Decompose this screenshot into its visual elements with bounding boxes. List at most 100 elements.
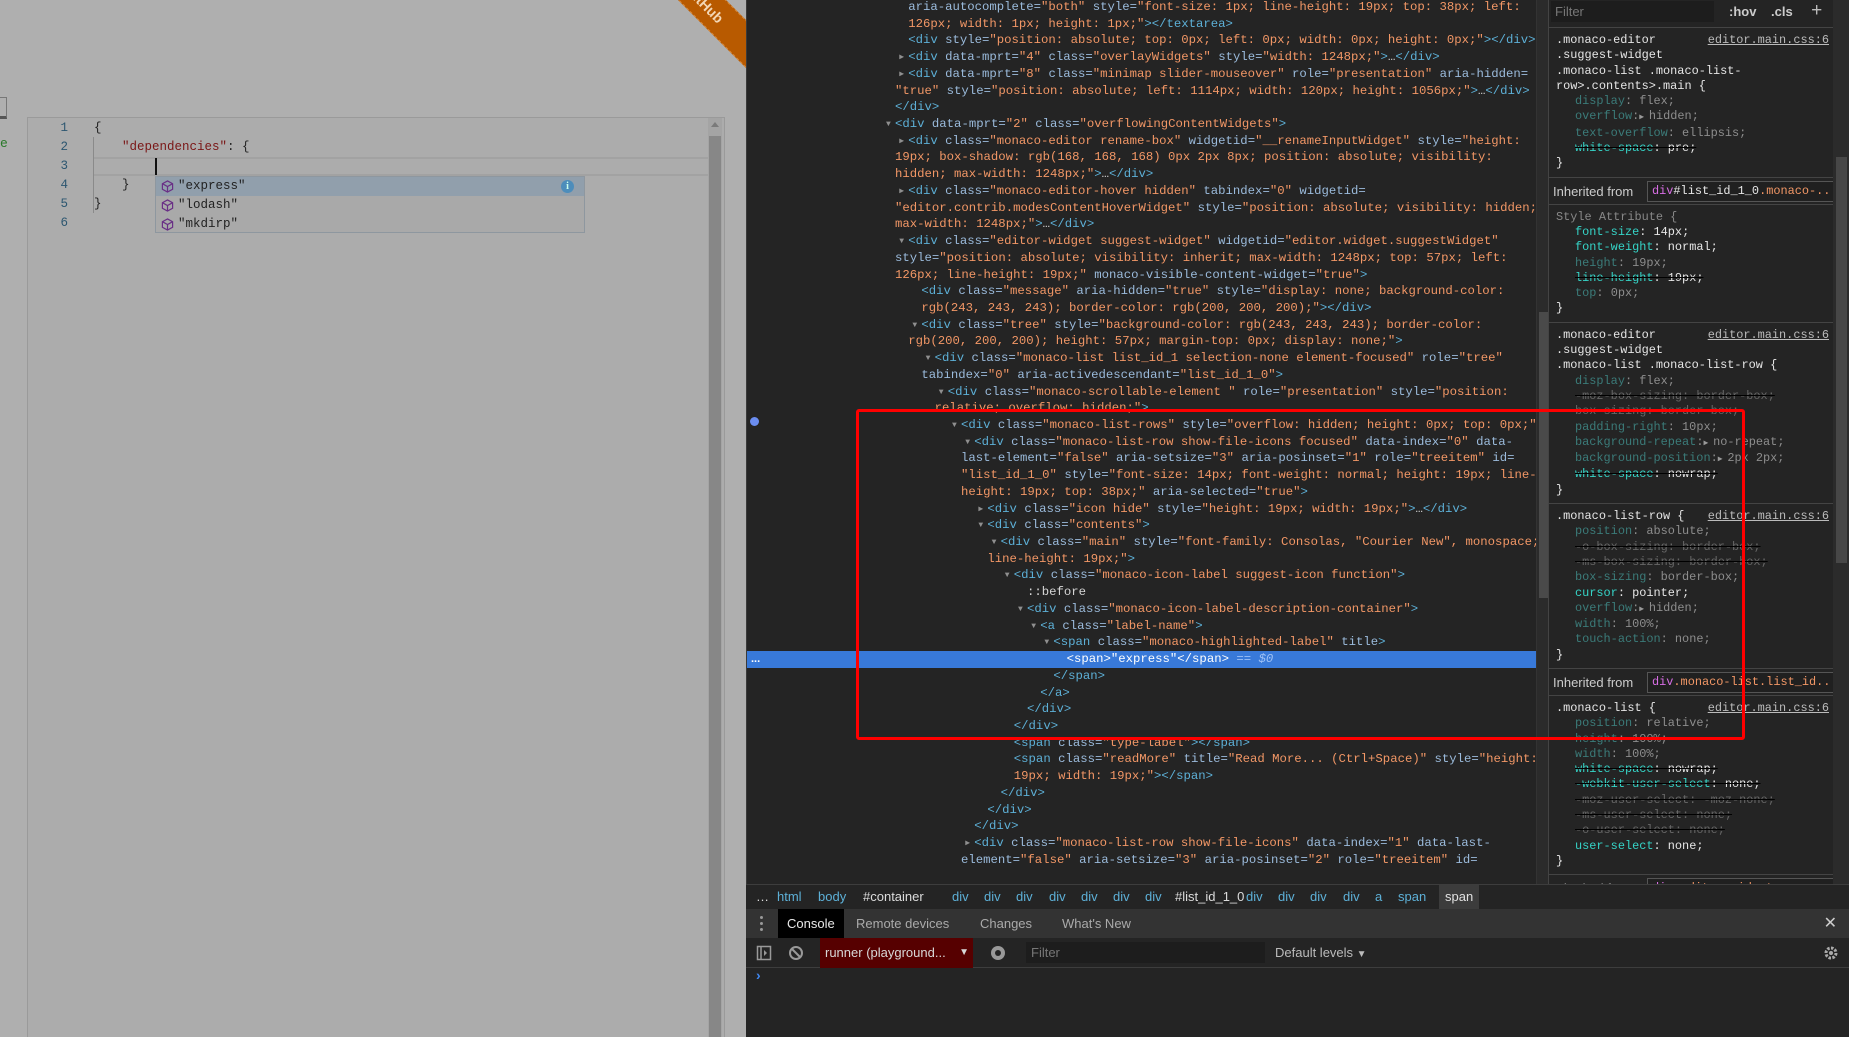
dom-node-line[interactable]: ▶ <div data-mprt="4" class="overlayWidget… [899, 49, 1439, 66]
log-levels-dropdown[interactable]: Default levels ▼ [1275, 938, 1367, 970]
property-value[interactable]: border-box [1661, 570, 1732, 584]
expand-triangle-down-icon[interactable]: ▼ [1031, 618, 1036, 635]
css-property[interactable]: padding-right: 10px; [1556, 420, 1829, 435]
property-value[interactable]: hidden [1649, 109, 1692, 123]
dom-node-line[interactable]: tabindex="0" aria-activedescendant="list… [921, 367, 1283, 384]
css-property[interactable]: background-position:▶ 2px 2px; [1556, 451, 1829, 467]
elements-panel[interactable]: aria-autocomplete="both" style="font-siz… [746, 0, 1548, 884]
drawer-tab-what-s-new[interactable]: What's New [1054, 909, 1139, 938]
dom-node-line[interactable]: </a> [1040, 685, 1070, 702]
breadcrumb-item[interactable]: div [978, 885, 1007, 909]
expand-triangle-right-icon[interactable]: ▶ [899, 133, 904, 150]
property-value[interactable]: no-repeat [1713, 435, 1777, 449]
dom-node-line[interactable]: ▼ <span class="monaco-highlighted-label" … [1044, 634, 1385, 651]
dom-node-line[interactable]: <span>"express"</span> == $0 [1067, 651, 1274, 668]
css-property[interactable]: display: flex; [1556, 94, 1829, 109]
dom-breakpoint-dot-icon[interactable] [750, 417, 759, 426]
scrollbar-thumb[interactable] [1836, 157, 1847, 563]
breadcrumb-item[interactable]: div [1010, 885, 1039, 909]
property-value[interactable]: nowrap [1668, 467, 1711, 481]
property-name[interactable]: padding-right [1575, 420, 1668, 434]
suggestion-item[interactable]: "lodash" [156, 196, 584, 215]
property-name[interactable]: height [1575, 256, 1618, 270]
dom-node-line[interactable]: height: 19px; top: 38px;" aria-selected=… [961, 484, 1308, 501]
dom-node-line[interactable]: ▶ <div data-mprt="8" class="minimap slide… [899, 66, 1528, 83]
property-value[interactable]: 100% [1625, 617, 1654, 631]
expand-triangle-down-icon[interactable]: ▼ [1018, 601, 1023, 618]
css-property[interactable]: cursor: pointer; [1556, 586, 1829, 601]
property-value[interactable]: border-box [1661, 404, 1732, 418]
dom-node-line[interactable]: ▶ <div class="monaco-list-row show-file-i… [965, 835, 1491, 852]
dom-node-line[interactable]: "true" style="position: absolute; left: … [895, 83, 1530, 100]
css-property[interactable]: -webkit-user-select: none; [1556, 777, 1829, 792]
property-name[interactable]: height [1575, 732, 1618, 746]
dom-node-line[interactable]: ▼ <div data-mprt="2" class="overflowingCo… [886, 116, 1286, 133]
css-property[interactable]: height: 19px; [1556, 256, 1829, 271]
property-name[interactable]: -o-box-sizing [1575, 540, 1668, 554]
property-name[interactable]: -ms-user-select [1575, 808, 1682, 822]
styles-filter-input[interactable] [1551, 1, 1714, 22]
css-property[interactable]: width: 100%; [1556, 747, 1829, 762]
property-value[interactable]: flex [1639, 94, 1668, 108]
css-property[interactable]: background-repeat:▶ no-repeat; [1556, 435, 1829, 451]
property-name[interactable]: display [1575, 374, 1625, 388]
property-value[interactable]: 19px [1632, 256, 1661, 270]
dom-node-line[interactable]: style="position: absolute; visibility: i… [895, 250, 1508, 267]
dom-node-line[interactable]: ▼ <div class="monaco-list-rows" style="ov… [952, 417, 1544, 434]
property-name[interactable]: -moz-box-sizing [1575, 389, 1682, 403]
property-value[interactable]: none [1689, 823, 1718, 837]
dom-node-line[interactable]: ▼ <div class="monaco-icon-label suggest-i… [1005, 567, 1405, 584]
property-name[interactable]: width [1575, 617, 1611, 631]
close-drawer-icon[interactable]: ✕ [1824, 909, 1837, 938]
dom-node-line[interactable]: <span class="type-label"></span> [1014, 735, 1250, 752]
property-value[interactable]: absolute [1646, 524, 1703, 538]
css-property[interactable]: -o-box-sizing: border-box; [1556, 540, 1829, 555]
dom-node-line[interactable]: ▼ <div class="tree" style="background-col… [912, 317, 1482, 334]
console-filter-input[interactable] [1026, 942, 1265, 963]
breadcrumb-item[interactable]: div [1043, 885, 1072, 909]
css-property[interactable]: overflow:▶ hidden; [1556, 109, 1829, 125]
css-rule[interactable]: editor.main.css:6 .monaco-editor .suggest-… [1549, 28, 1849, 178]
dom-node-line[interactable]: hidden; max-width: 1248px;">…</div> [895, 166, 1153, 183]
css-property[interactable]: white-space: nowrap; [1556, 762, 1829, 777]
property-name[interactable]: overflow [1575, 601, 1632, 615]
property-value[interactable]: 14px [1654, 225, 1683, 239]
css-property[interactable]: width: 100%; [1556, 617, 1829, 632]
property-name[interactable]: -o-user-select [1575, 823, 1675, 837]
css-property[interactable]: font-size: 14px; [1556, 225, 1829, 240]
dom-node-line[interactable]: ::before [1027, 584, 1086, 601]
css-property[interactable]: position: relative; [1556, 716, 1829, 731]
breadcrumb-item[interactable]: #list_id_1_0 [1169, 885, 1250, 909]
css-property[interactable]: user-select: none; [1556, 839, 1829, 854]
console-settings-gear-icon[interactable] [1823, 945, 1839, 961]
dom-node-line[interactable]: relative; overflow: hidden;"> [935, 400, 1149, 417]
property-name[interactable]: white-space [1575, 141, 1654, 155]
property-name[interactable]: box-sizing [1575, 570, 1646, 584]
more-tabs-kebab-icon[interactable] [760, 916, 764, 932]
property-name[interactable]: box-sizing [1575, 404, 1646, 418]
css-property[interactable]: font-weight: normal; [1556, 240, 1829, 255]
dom-node-line[interactable]: <div class="message" aria-hidden="true" … [921, 283, 1504, 300]
dom-node-line[interactable]: max-width: 1248px;">…</div> [895, 216, 1094, 233]
property-name[interactable]: text-overflow [1575, 126, 1668, 140]
live-expression-eye-icon[interactable] [989, 945, 1007, 961]
property-name[interactable]: position [1575, 524, 1632, 538]
css-property[interactable]: position: absolute; [1556, 524, 1829, 539]
expand-triangle-down-icon[interactable]: ▼ [886, 116, 891, 133]
context-selector[interactable]: runner (playground... ▼ [820, 938, 973, 968]
breadcrumb-item[interactable]: div [1272, 885, 1301, 909]
breadcrumb-item[interactable]: div [1139, 885, 1168, 909]
breadcrumb-item[interactable]: span [1439, 885, 1480, 909]
css-property[interactable]: -ms-user-select: none; [1556, 808, 1829, 823]
property-value[interactable]: ellipsis [1682, 126, 1739, 140]
scrollbar-thumb[interactable] [709, 136, 721, 1037]
property-value[interactable]: none [1675, 632, 1704, 646]
cls-toggle-button[interactable]: .cls [1771, 4, 1793, 19]
drawer-tab-remote-devices[interactable]: Remote devices [848, 909, 957, 938]
property-name[interactable]: display [1575, 94, 1625, 108]
property-value[interactable]: 19px [1668, 271, 1697, 285]
dom-node-line[interactable]: 19px; width: 19px;"></span> [1014, 768, 1213, 785]
dom-node-line[interactable]: ▼ <div class="editor-widget suggest-widge… [899, 233, 1498, 250]
breadcrumb-item[interactable]: div [1240, 885, 1269, 909]
expand-triangle-down-icon[interactable]: ▼ [926, 350, 931, 367]
